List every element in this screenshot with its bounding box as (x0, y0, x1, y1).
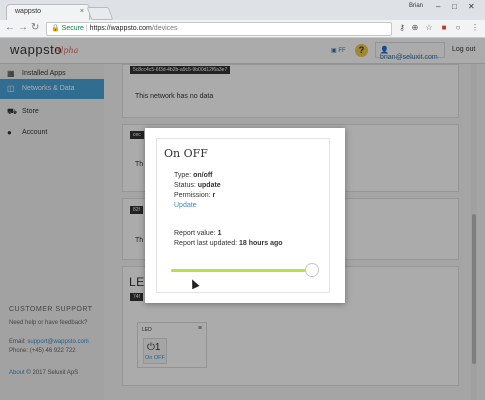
maximize-icon[interactable]: □ (452, 2, 457, 11)
star-icon[interactable]: ☆ (424, 23, 434, 33)
forward-icon[interactable]: → (18, 22, 28, 33)
browser-titlebar: wappsto × Brian – □ ✕ (0, 0, 485, 20)
report-updated-row: Report last updated: 18 hours ago (174, 240, 283, 247)
url-input[interactable]: 🔒 Secure | https://wappsto.com/devices (46, 22, 392, 36)
update-link[interactable]: Update (174, 202, 197, 209)
lock-icon: 🔒 (51, 25, 60, 32)
reload-icon[interactable]: ↻ (31, 22, 39, 33)
zoom-icon[interactable]: ⊕ (410, 23, 420, 33)
back-icon[interactable]: ← (5, 22, 15, 33)
modal-body: On OFF Type: on/off Status: update Permi… (156, 138, 330, 293)
status-label: Status: (174, 182, 196, 189)
report-value-row: Report value: 1 (174, 230, 222, 237)
key-icon[interactable]: ⚷ (397, 23, 407, 33)
type-label: Type: (174, 172, 192, 179)
status-row: Status: update (174, 182, 221, 189)
close-tab-icon[interactable]: × (80, 8, 84, 15)
value-modal: On OFF Type: on/off Status: update Permi… (145, 128, 345, 303)
extension-2-icon[interactable]: ○ (453, 23, 463, 33)
on-off-slider-track[interactable] (171, 269, 315, 272)
type-value: on/off (193, 172, 213, 179)
permission-row: Permission: r (174, 192, 215, 199)
tab-title: wappsto (15, 8, 42, 15)
status-value: update (197, 182, 221, 189)
modal-title: On OFF (164, 147, 208, 160)
mouse-cursor-icon (188, 277, 200, 290)
new-tab-button[interactable] (86, 7, 114, 20)
permission-label: Permission: (174, 192, 211, 199)
report-value-label: Report value: (174, 230, 216, 237)
url-host: https://wappsto.com (89, 25, 152, 32)
extension-icon[interactable]: ■ (439, 23, 449, 33)
report-value: 1 (217, 230, 222, 237)
menu-icon[interactable]: ⋮ (470, 23, 480, 33)
url-path: /devices (151, 25, 178, 32)
report-updated-value: 18 hours ago (239, 240, 283, 247)
browser-tab[interactable]: wappsto × (6, 4, 90, 20)
secure-label: Secure (61, 25, 84, 32)
report-updated-label: Report last updated: (174, 240, 238, 247)
permission-value: r (212, 192, 216, 199)
close-window-icon[interactable]: ✕ (468, 2, 475, 11)
minimize-icon[interactable]: – (436, 2, 440, 11)
type-row: Type: on/off (174, 172, 213, 179)
on-off-slider-handle[interactable] (305, 263, 319, 277)
browser-user-name[interactable]: Brian (409, 3, 423, 9)
